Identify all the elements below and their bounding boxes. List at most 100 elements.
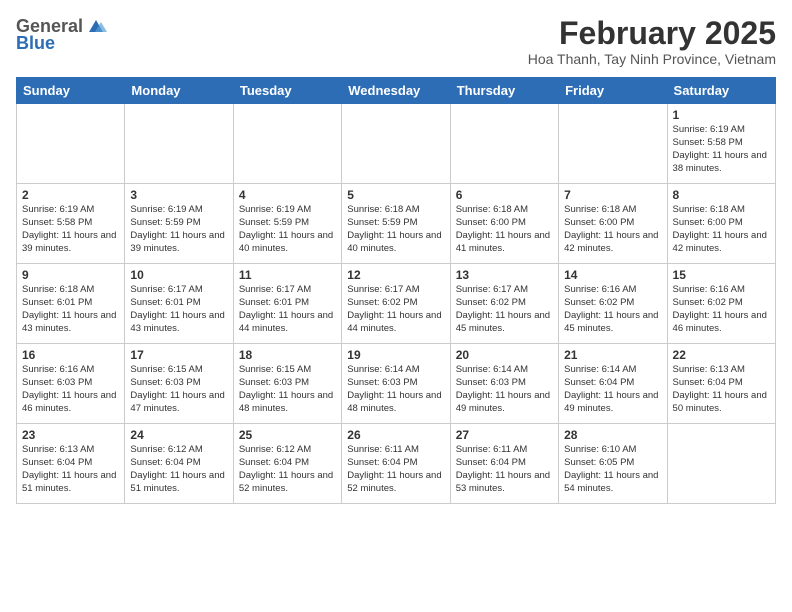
calendar-cell (125, 104, 233, 184)
day-number: 12 (347, 268, 444, 282)
weekday-header-row: SundayMondayTuesdayWednesdayThursdayFrid… (17, 78, 776, 104)
calendar-cell: 4 Sunrise: 6:19 AM Sunset: 5:59 PM Daylig… (233, 184, 341, 264)
calendar-cell: 15 Sunrise: 6:16 AM Sunset: 6:02 PM Dayli… (667, 264, 775, 344)
day-info: Sunrise: 6:15 AM Sunset: 6:03 PM Dayligh… (239, 364, 336, 415)
week-row-1: 1 Sunrise: 6:19 AM Sunset: 5:58 PM Daylig… (17, 104, 776, 184)
calendar-cell: 25 Sunrise: 6:12 AM Sunset: 6:04 PM Dayli… (233, 424, 341, 504)
calendar-cell: 20 Sunrise: 6:14 AM Sunset: 6:03 PM Dayli… (450, 344, 558, 424)
calendar-cell: 23Sunrise: 6:13 AM Sunset: 6:04 PM Dayli… (17, 424, 125, 504)
day-number: 16 (22, 348, 119, 362)
calendar-cell (342, 104, 450, 184)
calendar-cell: 22Sunrise: 6:13 AM Sunset: 6:04 PM Dayli… (667, 344, 775, 424)
calendar-table: SundayMondayTuesdayWednesdayThursdayFrid… (16, 77, 776, 504)
weekday-header-wednesday: Wednesday (342, 78, 450, 104)
day-number: 13 (456, 268, 553, 282)
day-info: Sunrise: 6:11 AM Sunset: 6:04 PM Dayligh… (347, 444, 444, 495)
day-number: 24 (130, 428, 227, 442)
calendar-cell: 5 Sunrise: 6:18 AM Sunset: 5:59 PM Daylig… (342, 184, 450, 264)
calendar-cell: 3 Sunrise: 6:19 AM Sunset: 5:59 PM Daylig… (125, 184, 233, 264)
day-number: 6 (456, 188, 553, 202)
week-row-4: 16 Sunrise: 6:16 AM Sunset: 6:03 PM Dayli… (17, 344, 776, 424)
day-info: Sunrise: 6:10 AM Sunset: 6:05 PM Dayligh… (564, 444, 661, 495)
day-info: Sunrise: 6:12 AM Sunset: 6:04 PM Dayligh… (239, 444, 336, 495)
day-info: Sunrise: 6:18 AM Sunset: 6:00 PM Dayligh… (564, 204, 661, 255)
day-number: 10 (130, 268, 227, 282)
day-info: Sunrise: 6:19 AM Sunset: 5:59 PM Dayligh… (130, 204, 227, 255)
calendar-cell: 6 Sunrise: 6:18 AM Sunset: 6:00 PM Daylig… (450, 184, 558, 264)
calendar-cell (17, 104, 125, 184)
calendar-cell: 19 Sunrise: 6:14 AM Sunset: 6:03 PM Dayli… (342, 344, 450, 424)
day-number: 8 (673, 188, 770, 202)
day-info: Sunrise: 6:18 AM Sunset: 6:00 PM Dayligh… (456, 204, 553, 255)
day-info: Sunrise: 6:14 AM Sunset: 6:04 PM Dayligh… (564, 364, 661, 415)
day-number: 27 (456, 428, 553, 442)
day-info: Sunrise: 6:14 AM Sunset: 6:03 PM Dayligh… (456, 364, 553, 415)
weekday-header-sunday: Sunday (17, 78, 125, 104)
day-info: Sunrise: 6:19 AM Sunset: 5:58 PM Dayligh… (673, 124, 770, 175)
day-info: Sunrise: 6:18 AM Sunset: 6:00 PM Dayligh… (673, 204, 770, 255)
calendar-cell: 7 Sunrise: 6:18 AM Sunset: 6:00 PM Daylig… (559, 184, 667, 264)
calendar-cell: 21 Sunrise: 6:14 AM Sunset: 6:04 PM Dayli… (559, 344, 667, 424)
calendar-cell: 14Sunrise: 6:16 AM Sunset: 6:02 PM Dayli… (559, 264, 667, 344)
logo-blue-text: Blue (16, 33, 55, 54)
logo-icon (85, 18, 107, 36)
day-number: 5 (347, 188, 444, 202)
month-title: February 2025 (528, 16, 776, 51)
calendar-cell (233, 104, 341, 184)
calendar-cell: 11 Sunrise: 6:17 AM Sunset: 6:01 PM Dayli… (233, 264, 341, 344)
weekday-header-saturday: Saturday (667, 78, 775, 104)
day-number: 25 (239, 428, 336, 442)
calendar-cell: 2 Sunrise: 6:19 AM Sunset: 5:58 PM Daylig… (17, 184, 125, 264)
day-info: Sunrise: 6:16 AM Sunset: 6:03 PM Dayligh… (22, 364, 119, 415)
calendar-cell: 17Sunrise: 6:15 AM Sunset: 6:03 PM Dayli… (125, 344, 233, 424)
weekday-header-thursday: Thursday (450, 78, 558, 104)
day-info: Sunrise: 6:17 AM Sunset: 6:02 PM Dayligh… (347, 284, 444, 335)
week-row-5: 23Sunrise: 6:13 AM Sunset: 6:04 PM Dayli… (17, 424, 776, 504)
day-info: Sunrise: 6:18 AM Sunset: 6:01 PM Dayligh… (22, 284, 119, 335)
calendar-cell: 28 Sunrise: 6:10 AM Sunset: 6:05 PM Dayli… (559, 424, 667, 504)
location-text: Hoa Thanh, Tay Ninh Province, Vietnam (528, 51, 776, 67)
day-number: 19 (347, 348, 444, 362)
calendar-cell: 26 Sunrise: 6:11 AM Sunset: 6:04 PM Dayli… (342, 424, 450, 504)
day-info: Sunrise: 6:16 AM Sunset: 6:02 PM Dayligh… (564, 284, 661, 335)
calendar-cell: 18Sunrise: 6:15 AM Sunset: 6:03 PM Dayli… (233, 344, 341, 424)
day-info: Sunrise: 6:14 AM Sunset: 6:03 PM Dayligh… (347, 364, 444, 415)
calendar-cell: 1 Sunrise: 6:19 AM Sunset: 5:58 PM Daylig… (667, 104, 775, 184)
day-info: Sunrise: 6:12 AM Sunset: 6:04 PM Dayligh… (130, 444, 227, 495)
day-info: Sunrise: 6:17 AM Sunset: 6:01 PM Dayligh… (239, 284, 336, 335)
day-info: Sunrise: 6:19 AM Sunset: 5:59 PM Dayligh… (239, 204, 336, 255)
day-number: 15 (673, 268, 770, 282)
calendar-cell: 27 Sunrise: 6:11 AM Sunset: 6:04 PM Dayli… (450, 424, 558, 504)
day-info: Sunrise: 6:11 AM Sunset: 6:04 PM Dayligh… (456, 444, 553, 495)
day-number: 28 (564, 428, 661, 442)
day-number: 7 (564, 188, 661, 202)
day-number: 3 (130, 188, 227, 202)
weekday-header-monday: Monday (125, 78, 233, 104)
day-number: 20 (456, 348, 553, 362)
day-number: 22 (673, 348, 770, 362)
day-info: Sunrise: 6:16 AM Sunset: 6:02 PM Dayligh… (673, 284, 770, 335)
day-info: Sunrise: 6:19 AM Sunset: 5:58 PM Dayligh… (22, 204, 119, 255)
day-info: Sunrise: 6:13 AM Sunset: 6:04 PM Dayligh… (22, 444, 119, 495)
calendar-cell: 13 Sunrise: 6:17 AM Sunset: 6:02 PM Dayli… (450, 264, 558, 344)
calendar-cell (450, 104, 558, 184)
day-number: 4 (239, 188, 336, 202)
day-number: 26 (347, 428, 444, 442)
day-number: 11 (239, 268, 336, 282)
week-row-3: 9 Sunrise: 6:18 AM Sunset: 6:01 PM Daylig… (17, 264, 776, 344)
calendar-cell: 16 Sunrise: 6:16 AM Sunset: 6:03 PM Dayli… (17, 344, 125, 424)
day-number: 9 (22, 268, 119, 282)
day-info: Sunrise: 6:15 AM Sunset: 6:03 PM Dayligh… (130, 364, 227, 415)
day-number: 2 (22, 188, 119, 202)
week-row-2: 2 Sunrise: 6:19 AM Sunset: 5:58 PM Daylig… (17, 184, 776, 264)
weekday-header-tuesday: Tuesday (233, 78, 341, 104)
calendar-cell: 24 Sunrise: 6:12 AM Sunset: 6:04 PM Dayli… (125, 424, 233, 504)
calendar-cell (667, 424, 775, 504)
day-number: 21 (564, 348, 661, 362)
title-block: February 2025 Hoa Thanh, Tay Ninh Provin… (528, 16, 776, 67)
day-number: 1 (673, 108, 770, 122)
page-header: General Blue February 2025 Hoa Thanh, Ta… (16, 16, 776, 67)
day-info: Sunrise: 6:18 AM Sunset: 5:59 PM Dayligh… (347, 204, 444, 255)
day-info: Sunrise: 6:17 AM Sunset: 6:02 PM Dayligh… (456, 284, 553, 335)
calendar-cell: 9 Sunrise: 6:18 AM Sunset: 6:01 PM Daylig… (17, 264, 125, 344)
